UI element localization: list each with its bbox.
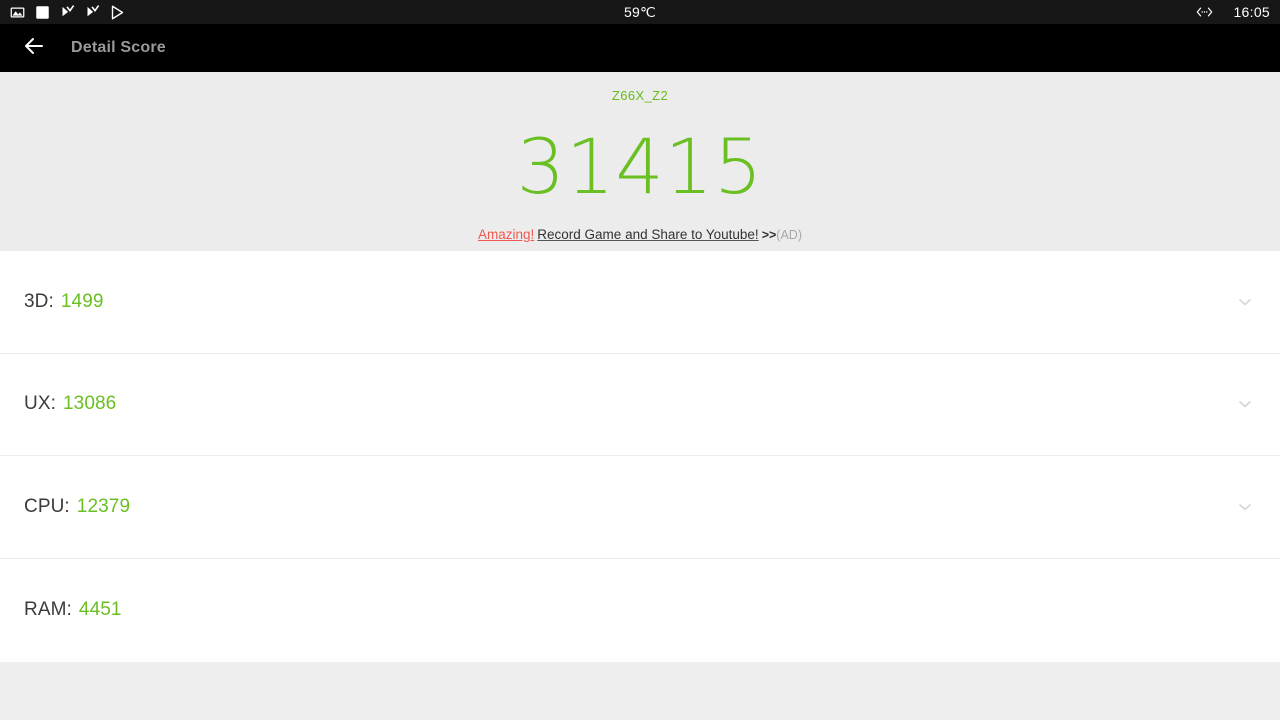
clock-text: 16:05 xyxy=(1233,4,1270,20)
row-value: 1499 xyxy=(60,290,104,312)
row-value: 13086 xyxy=(62,393,117,415)
play-check-flag-icon xyxy=(60,4,75,20)
status-bar: 59℃ 16:05 xyxy=(0,0,1280,24)
row-value: 4451 xyxy=(78,598,122,620)
white-square-icon xyxy=(35,5,50,20)
chevron-down-icon[interactable] xyxy=(1234,393,1256,415)
back-button[interactable] xyxy=(14,28,54,68)
status-bar-right-icons: 16:05 xyxy=(1196,4,1270,20)
play-check-flag-icon xyxy=(85,4,100,20)
row-label: 3D: xyxy=(24,290,54,312)
row-label: CPU: xyxy=(24,495,70,517)
status-bar-left-icons xyxy=(10,4,125,20)
ethernet-network-icon xyxy=(1196,5,1213,20)
page-title: Detail Score xyxy=(71,39,166,56)
score-breakdown-list: 3D: 1499 UX: 13086 CPU: 12379 RAM: 4451 xyxy=(0,251,1280,662)
back-arrow-icon xyxy=(22,34,46,63)
score-summary-panel: Z66X_Z2 31415 Amazing! Record Game and S… xyxy=(0,72,1280,251)
chevron-down-icon[interactable] xyxy=(1234,291,1256,313)
row-value: 12379 xyxy=(76,495,131,517)
list-item[interactable]: CPU: 12379 xyxy=(0,456,1280,559)
play-store-icon xyxy=(110,5,125,20)
list-item[interactable]: UX: 13086 xyxy=(0,354,1280,456)
list-item[interactable]: 3D: 1499 xyxy=(0,251,1280,354)
app-bar: Detail Score xyxy=(0,24,1280,72)
row-label: UX: xyxy=(24,393,56,415)
ad-banner-link[interactable]: Amazing! Record Game and Share to Youtub… xyxy=(478,227,802,242)
row-label: RAM: xyxy=(24,598,72,620)
page-background-filler xyxy=(0,662,1280,720)
ad-arrows-text: >> xyxy=(761,228,777,242)
device-name-label: Z66X_Z2 xyxy=(611,88,669,103)
total-score-value: 31415 xyxy=(516,122,764,211)
ad-label-text: (AD) xyxy=(776,228,802,242)
chevron-down-icon[interactable] xyxy=(1234,496,1256,518)
list-item[interactable]: RAM: 4451 xyxy=(0,559,1280,662)
status-bar-center: 59℃ xyxy=(0,0,1280,24)
gallery-image-icon xyxy=(10,5,25,20)
cpu-temperature-text: 59℃ xyxy=(624,3,656,20)
ad-highlight-text: Amazing! xyxy=(478,227,535,242)
ad-body-text: Record Game and Share to Youtube! xyxy=(537,227,759,242)
